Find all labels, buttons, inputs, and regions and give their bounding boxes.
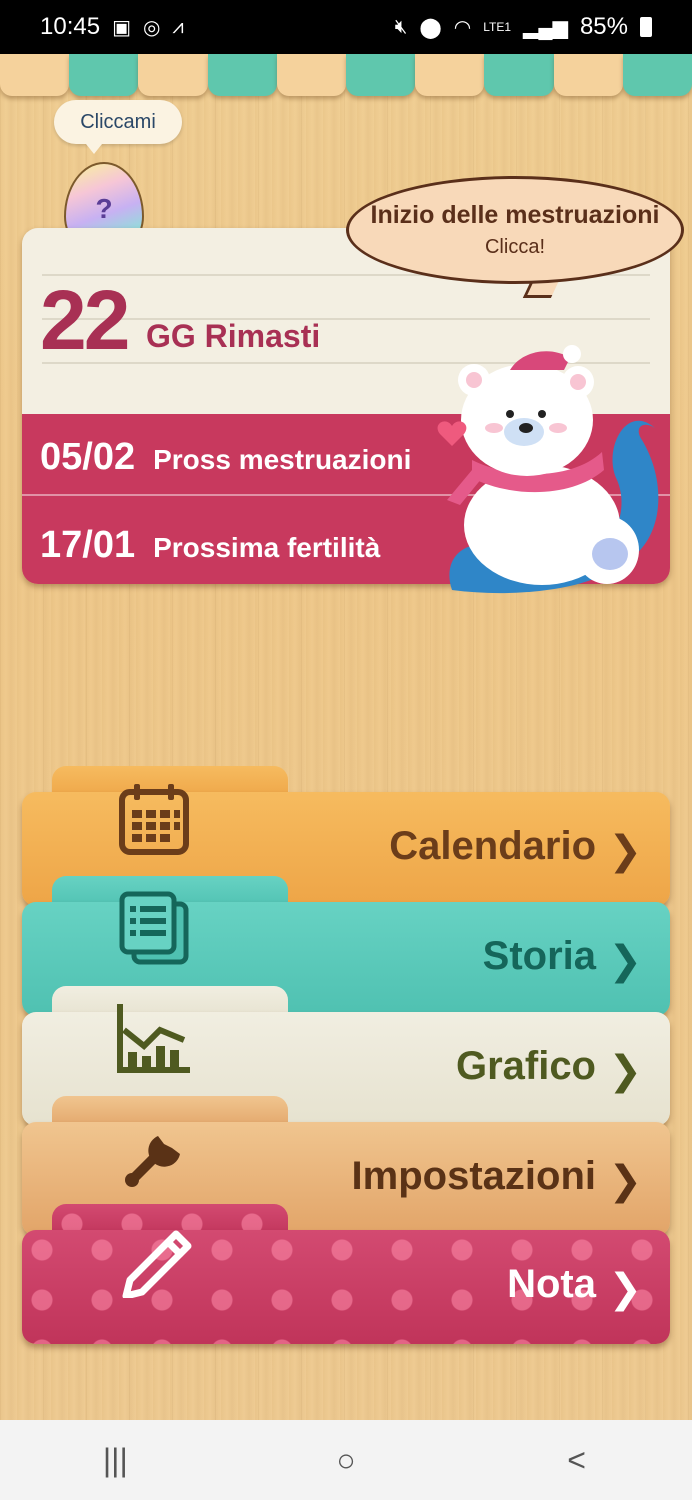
mute-icon: 🔇︎	[394, 15, 408, 38]
chevron-right-icon: ❯	[608, 1267, 642, 1311]
period-start-bubble[interactable]: Inizio delle mestruazioni Clicca!	[346, 176, 684, 284]
chevron-right-icon: ❯	[608, 1049, 642, 1093]
note-tab[interactable]: Nota ❯	[22, 1204, 670, 1346]
settings-label: Impostazioni	[351, 1154, 596, 1198]
home-button[interactable]: ○	[316, 1430, 376, 1490]
period-start-title: Inizio delle mestruazioni	[370, 201, 660, 229]
chevron-right-icon: ❯	[608, 939, 642, 983]
period-start-hint: Clicca!	[484, 236, 545, 258]
polar-bear-mascot	[437, 345, 659, 594]
next-period-date: 05/02	[40, 436, 136, 478]
next-fertility-date: 17/01	[40, 524, 136, 566]
history-list-icon	[119, 891, 189, 965]
days-remaining-number: 22	[40, 273, 130, 367]
wrench-icon	[125, 1136, 180, 1187]
wifi-icon: ◠	[453, 16, 472, 39]
battery-icon	[640, 17, 652, 37]
next-period-row: 05/02 Pross mestruazioni	[40, 436, 411, 479]
history-label: Storia	[482, 934, 596, 978]
signal-icon: ▂▄▆	[523, 16, 568, 39]
whatsapp-icon: ◎	[142, 16, 161, 39]
next-period-label: Pross mestruazioni	[153, 444, 412, 475]
chart-label: Grafico	[455, 1044, 596, 1088]
recent-apps-button[interactable]: |||	[85, 1430, 145, 1490]
note-label: Nota	[507, 1262, 596, 1306]
status-bar-left: 10:45 ▣ ◎ ⩘	[40, 13, 184, 41]
chevron-right-icon: ❯	[608, 829, 642, 873]
location-icon: ⬤	[419, 16, 442, 39]
status-bar: 10:45 ▣ ◎ ⩘ 🔇︎ ⬤ ◠ LTE1 ▂▄▆ 85%	[0, 0, 692, 54]
next-fertility-label: Prossima fertilità	[153, 532, 381, 563]
days-remaining-label: GG Rimasti	[146, 318, 321, 354]
next-fertility-row: 17/01 Prossima fertilità	[40, 524, 380, 567]
battery-percent: 85%	[579, 13, 628, 40]
calendar-icon	[119, 784, 189, 855]
pencil-icon	[122, 1230, 192, 1298]
chart-icon	[117, 1004, 190, 1073]
question-icon: ?	[95, 193, 113, 224]
cliccami-tooltip: Cliccami	[54, 100, 182, 154]
volte-icon: LTE1	[483, 20, 512, 34]
awning-decoration	[0, 54, 692, 100]
clock: 10:45	[40, 13, 101, 40]
image-icon: ▣	[112, 16, 131, 39]
adidas-icon: ⩘	[172, 15, 184, 38]
back-button[interactable]: <	[547, 1430, 607, 1490]
system-nav-bar: ||| ○ <	[0, 1420, 692, 1500]
status-bar-right: 🔇︎ ⬤ ◠ LTE1 ▂▄▆ 85%	[395, 13, 652, 41]
calendar-label: Calendario	[389, 824, 596, 868]
chevron-right-icon: ❯	[608, 1159, 642, 1203]
